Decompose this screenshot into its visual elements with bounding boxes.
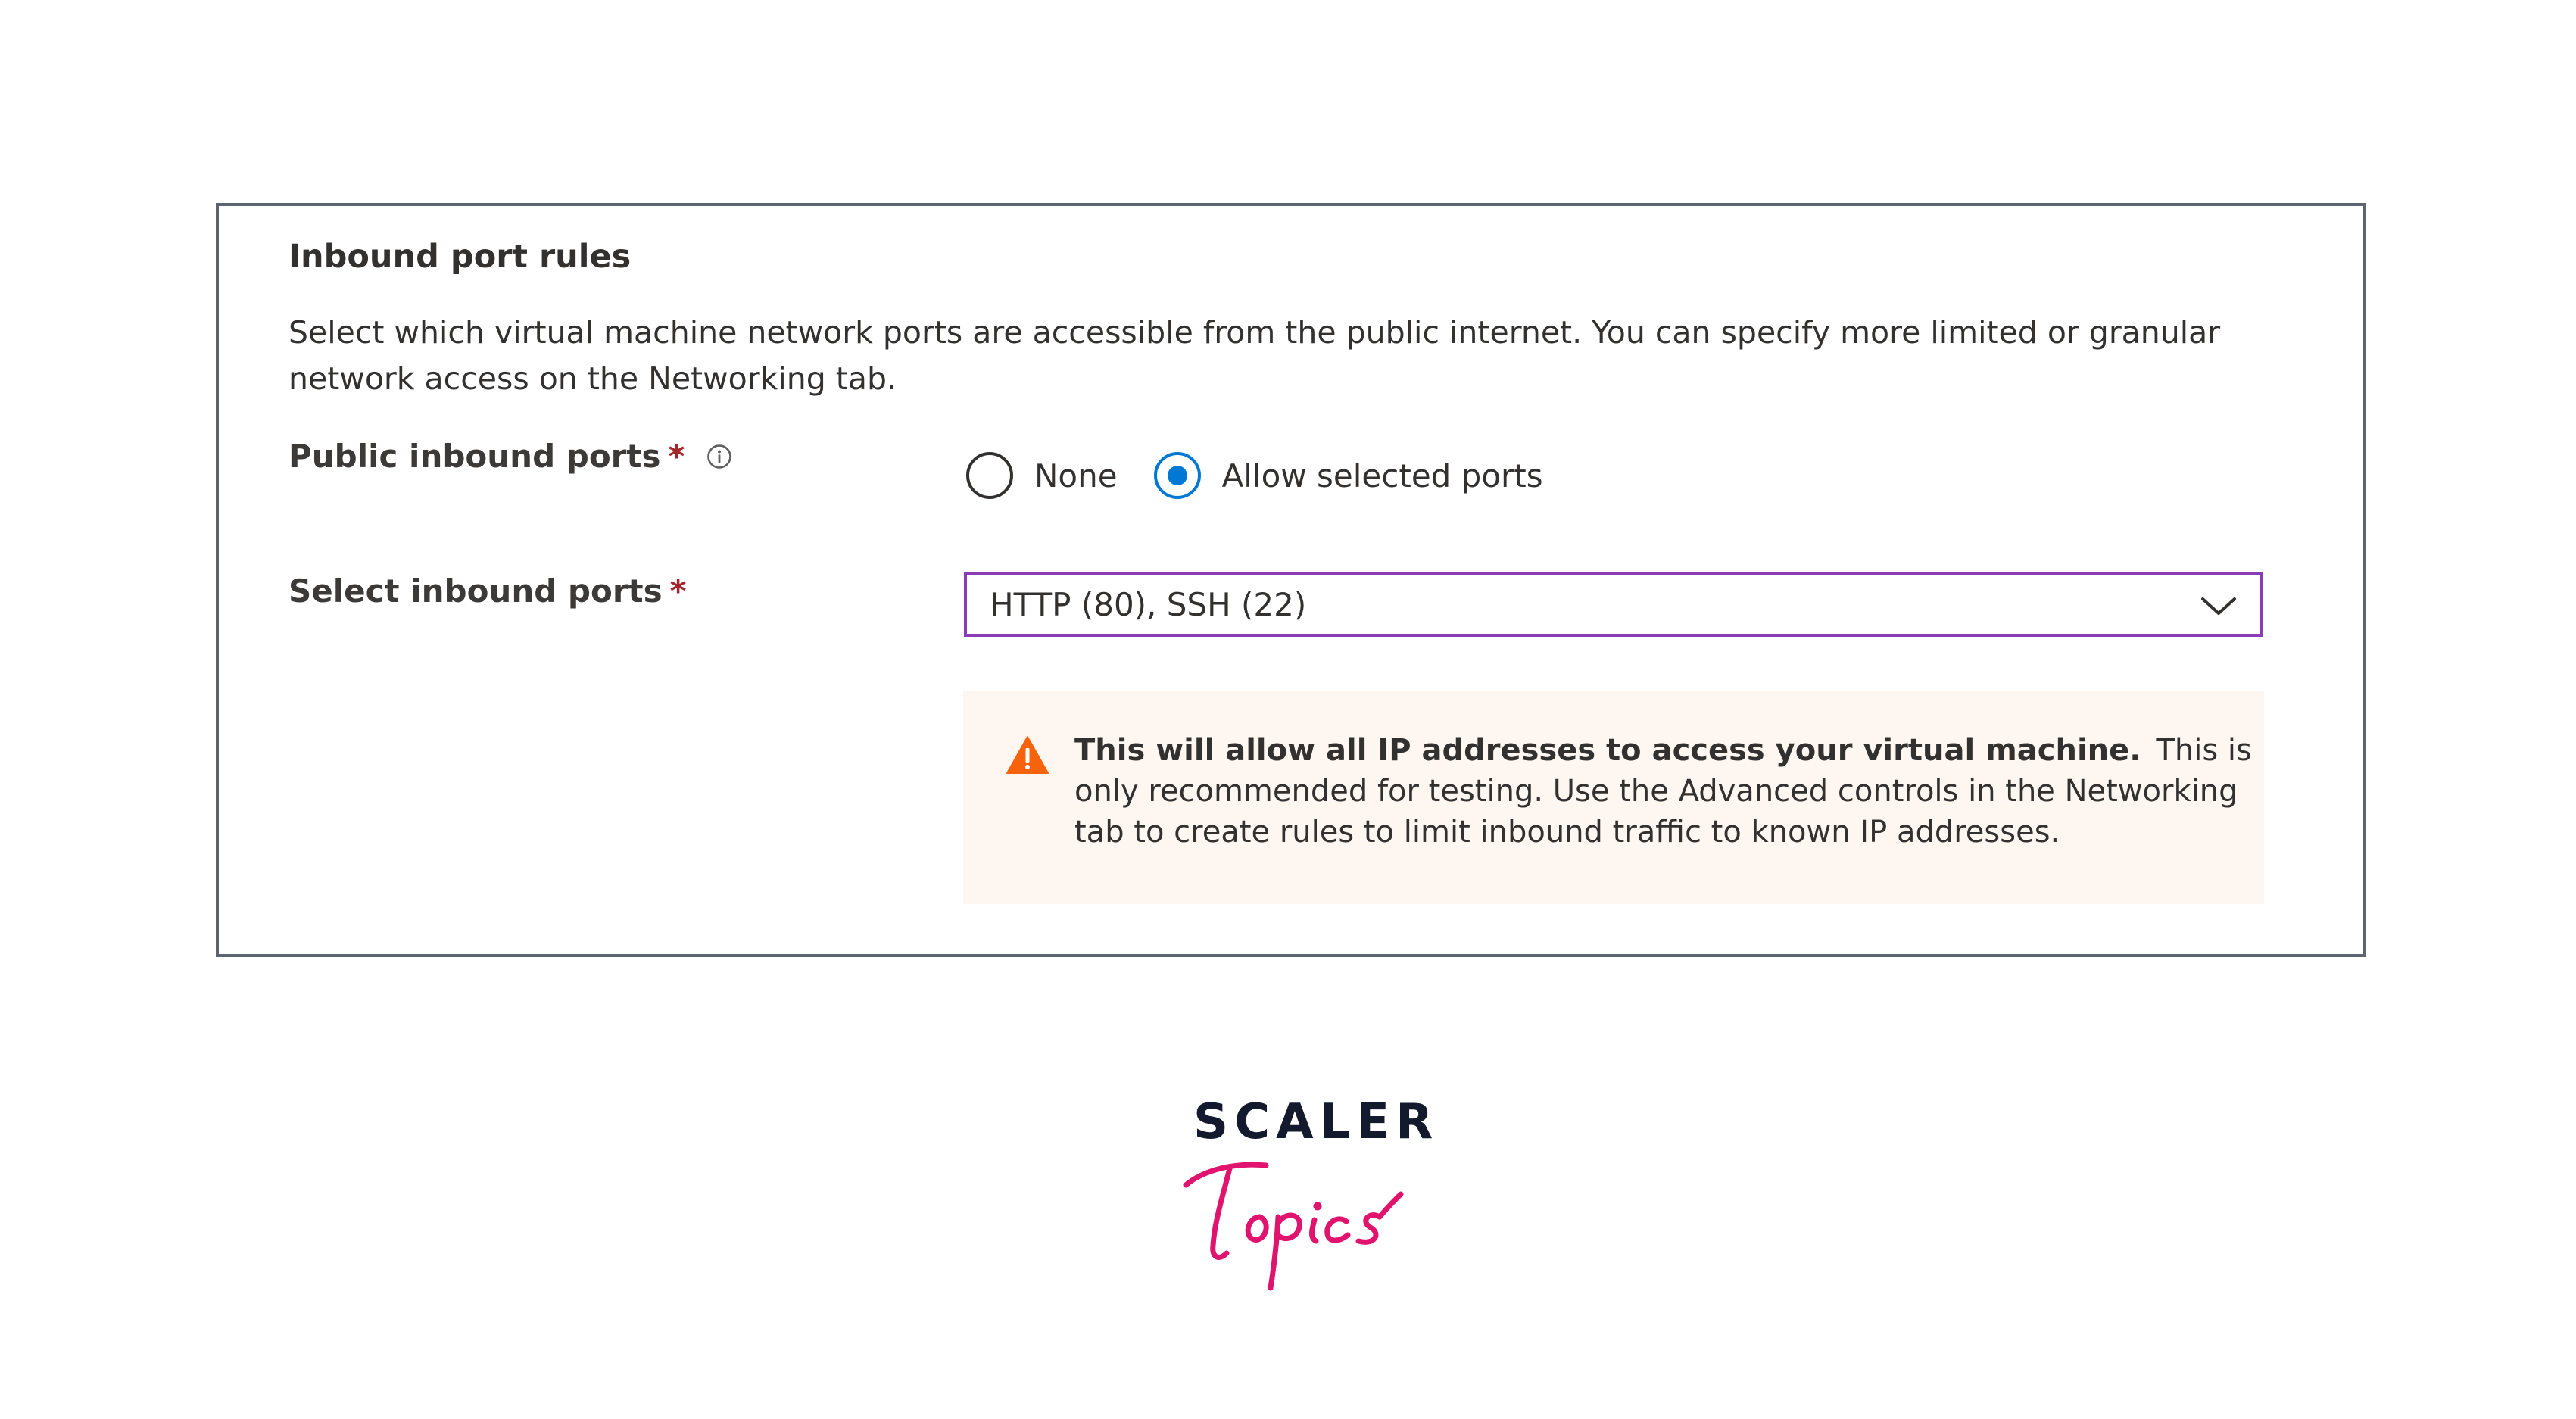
select-inbound-ports-label: Select inbound ports bbox=[288, 572, 663, 610]
logo-topics-script bbox=[1183, 1162, 1404, 1291]
radio-option-allow-selected-ports[interactable]: Allow selected ports bbox=[1153, 452, 1543, 499]
scaler-topics-logo: SCALER bbox=[1181, 1094, 1439, 1291]
dropdown-selected-value[interactable]: HTTP (80), SSH (22) bbox=[990, 586, 1306, 623]
public-inbound-ports-label-row: Public inbound ports * bbox=[288, 438, 732, 475]
public-inbound-ports-radio-group: None Allow selected ports bbox=[966, 449, 1580, 502]
section-title: Inbound port rules bbox=[288, 238, 632, 276]
public-inbound-ports-label: Public inbound ports bbox=[288, 438, 661, 475]
required-asterisk: * bbox=[669, 572, 687, 610]
radio-option-none[interactable]: None bbox=[966, 452, 1118, 499]
chevron-down-icon[interactable] bbox=[2200, 592, 2238, 619]
radio-button-none[interactable] bbox=[966, 452, 1013, 499]
logo-scaler-text: SCALER bbox=[1193, 1094, 1439, 1150]
radio-button-allow-selected-ports[interactable] bbox=[1153, 452, 1201, 499]
select-inbound-ports-label-row: Select inbound ports * bbox=[288, 572, 687, 610]
radio-label-none[interactable]: None bbox=[1034, 457, 1118, 494]
inbound-port-rules-panel: Inbound port rules Select which virtual … bbox=[216, 203, 2366, 957]
select-inbound-ports-dropdown[interactable]: HTTP (80), SSH (22) bbox=[964, 572, 2263, 637]
info-circle-icon[interactable] bbox=[706, 440, 732, 469]
required-asterisk: * bbox=[668, 438, 685, 475]
section-description: Select which virtual machine network por… bbox=[288, 314, 2221, 397]
warning-triangle-icon bbox=[1006, 735, 1049, 775]
warning-text: This will allow all IP addresses to acce… bbox=[1074, 730, 2256, 853]
radio-label-allow-selected-ports[interactable]: Allow selected ports bbox=[1222, 457, 1543, 494]
warning-bold-text: This will allow all IP addresses to acce… bbox=[1074, 733, 2141, 768]
warning-message-bar: This will allow all IP addresses to acce… bbox=[963, 691, 2264, 904]
